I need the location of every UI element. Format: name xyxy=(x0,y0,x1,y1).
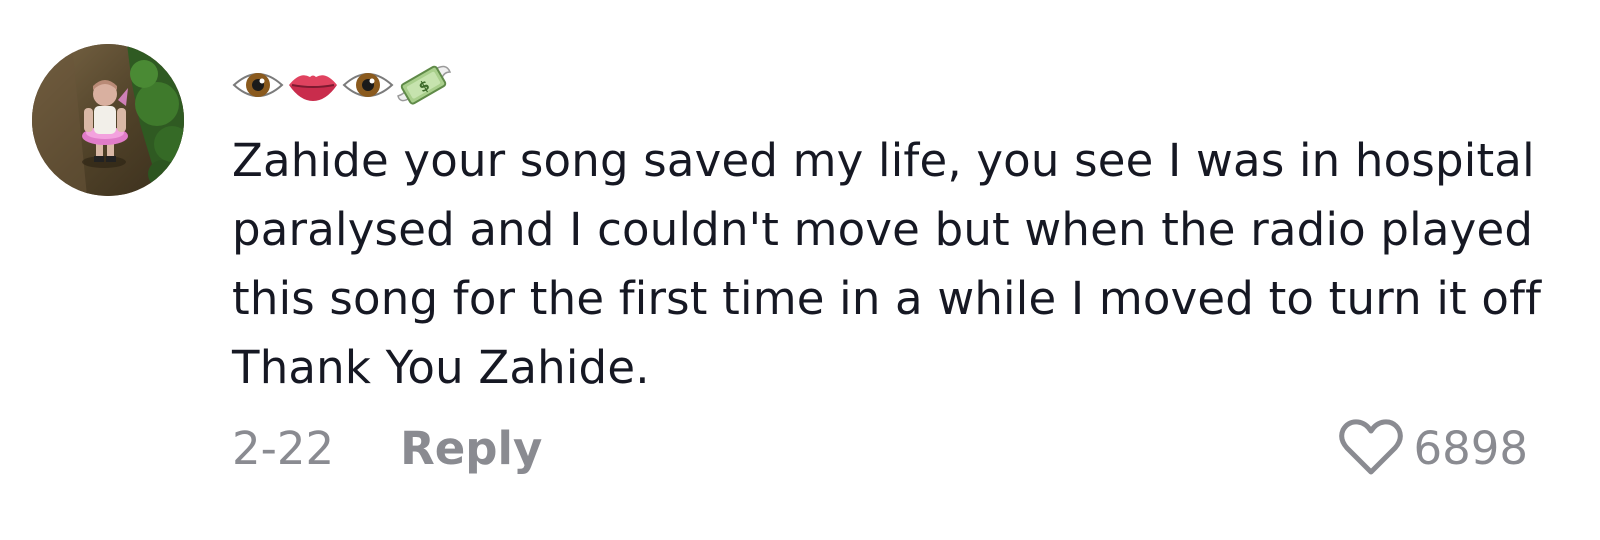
like-count: 6898 xyxy=(1413,421,1528,475)
reply-button[interactable]: Reply xyxy=(400,422,542,475)
avatar-image xyxy=(32,44,184,196)
heart-icon[interactable] xyxy=(1339,419,1404,477)
money-with-wings-icon: $ xyxy=(397,65,452,105)
like-container: 6898 xyxy=(1339,418,1528,478)
lips-icon xyxy=(289,75,337,101)
comment-item: $ Zahide your song saved my life, you se… xyxy=(0,0,1600,540)
eye-icon xyxy=(232,73,284,97)
avatar[interactable] xyxy=(32,44,184,196)
eye-icon xyxy=(342,73,394,97)
username-emoji[interactable]: $ xyxy=(232,58,452,112)
comment-date: 2-22 xyxy=(232,421,335,475)
comment-text: Zahide your song saved my life, you see … xyxy=(232,134,1542,394)
comment-meta: 2-22 Reply xyxy=(232,418,542,478)
